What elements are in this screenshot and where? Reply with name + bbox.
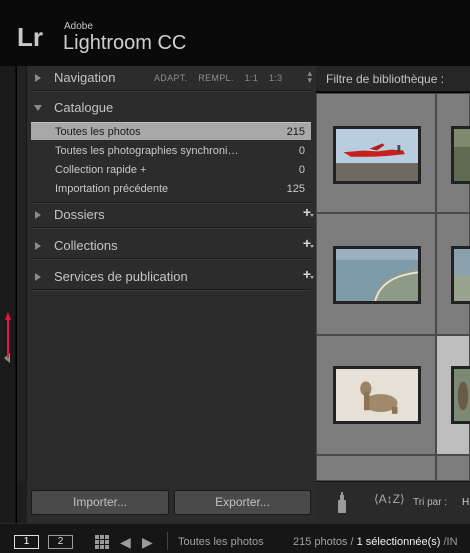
catalog-header[interactable]: Catalogue: [31, 96, 313, 120]
catalog-item-count: 0: [298, 145, 305, 157]
divider: [31, 227, 311, 229]
navigation-title: Navigation: [54, 70, 116, 85]
panel-grip: [17, 66, 27, 523]
publish-services-title: Services de publication: [54, 269, 188, 284]
photo-thumbnail[interactable]: [451, 366, 470, 424]
filmstrip-source[interactable]: Toutes les photos: [178, 536, 264, 548]
second-window-button[interactable]: 2: [48, 535, 73, 549]
identity-plate: Lr Adobe Lightroom CC: [0, 0, 470, 66]
library-filter-label: Filtre de bibliothèque :: [326, 72, 445, 86]
sort-label: Tri par :: [413, 497, 448, 508]
sort-value[interactable]: H: [462, 497, 469, 508]
grid-cell[interactable]: [316, 93, 436, 213]
grid-cell[interactable]: [436, 93, 470, 213]
divider: [31, 289, 311, 291]
left-panel-edge[interactable]: [0, 66, 16, 523]
collections-title: Collections: [54, 238, 118, 253]
add-publish-service-icon[interactable]: +: [303, 266, 315, 282]
photo-count: 215 photos /: [293, 536, 354, 548]
annotation-arrow-icon: [5, 312, 11, 358]
selection-status: 215 photos / 1 sélectionnée(s) /IN: [293, 536, 458, 548]
folders-header[interactable]: Dossiers +: [31, 203, 315, 227]
library-filter-bar[interactable]: Filtre de bibliothèque :: [316, 66, 470, 92]
add-folder-icon[interactable]: +: [303, 204, 315, 220]
catalog-title: Catalogue: [54, 100, 114, 115]
catalog-item-previous-import[interactable]: Importation précédente 125: [31, 180, 311, 198]
grid-view-icon[interactable]: [95, 535, 109, 549]
folders-title: Dossiers: [54, 207, 105, 222]
photo-grid: [316, 93, 470, 481]
brand-name: Lightroom CC: [63, 32, 187, 54]
zoom-spinner-icon[interactable]: ▴ ▾: [307, 69, 312, 85]
lightroom-logo: Lr: [17, 22, 43, 52]
main-window-button[interactable]: 1: [14, 535, 39, 549]
export-button[interactable]: Exporter...: [174, 490, 311, 515]
zoom-1-1[interactable]: 1:1: [245, 73, 258, 83]
separator: [167, 532, 168, 550]
catalog-item-label: Toutes les photographies synchroni…: [55, 145, 239, 157]
photo-thumbnail[interactable]: [451, 246, 470, 304]
catalog-item-count: 125: [286, 183, 305, 195]
status-trail: /IN: [440, 536, 458, 548]
brand-adobe: Adobe: [64, 21, 93, 32]
catalog-item-all-photos[interactable]: Toutes les photos 215: [31, 122, 311, 140]
catalog-item-quick-collection[interactable]: Collection rapide + 0: [31, 161, 311, 179]
expand-triangle-icon[interactable]: [35, 242, 41, 250]
catalog-item-label: Importation précédente: [55, 183, 169, 195]
grid-cell[interactable]: [316, 455, 436, 481]
grid-cell-selected[interactable]: [436, 335, 470, 455]
library-toolbar: ⟨A↕Z⟩ Tri par : H: [316, 481, 470, 523]
catalog-item-label: Collection rapide +: [55, 164, 147, 176]
grid-cell[interactable]: [436, 455, 470, 481]
expand-triangle-icon[interactable]: [35, 273, 41, 281]
painter-spray-icon[interactable]: [336, 492, 348, 514]
grid-cell[interactable]: [316, 335, 436, 455]
divider: [31, 258, 311, 260]
grid-cell[interactable]: [436, 213, 470, 335]
zoom-fill[interactable]: REMPL.: [198, 73, 233, 83]
selected-count: 1 sélectionnée(s): [356, 536, 441, 548]
photo-thumbnail[interactable]: [333, 366, 421, 424]
panel-grip-bottom: [17, 484, 27, 523]
catalog-item-synced[interactable]: Toutes les photographies synchroni… 0: [31, 142, 311, 160]
zoom-1-3[interactable]: 1:3: [269, 73, 282, 83]
grid-cell[interactable]: [316, 213, 436, 335]
navigator-zoom-presets: ADAPT. REMPL. 1:1 1:3: [154, 73, 293, 83]
expand-triangle-icon[interactable]: [35, 211, 41, 219]
add-collection-icon[interactable]: +: [303, 235, 315, 251]
sort-direction-icon[interactable]: ⟨A↕Z⟩: [374, 492, 405, 506]
catalog-item-count: 0: [298, 164, 305, 176]
photo-thumbnail[interactable]: [333, 246, 421, 304]
divider: [31, 90, 311, 92]
expand-triangle-icon[interactable]: [35, 74, 41, 82]
zoom-fit[interactable]: ADAPT.: [154, 73, 187, 83]
import-button[interactable]: Importer...: [31, 490, 169, 515]
catalog-item-count: 215: [286, 126, 305, 138]
filmstrip-bar: 1 2 ◀ ▶ Toutes les photos 215 photos / 1…: [0, 523, 470, 553]
photo-thumbnail[interactable]: [451, 126, 470, 184]
back-arrow-icon[interactable]: ◀: [120, 534, 131, 551]
collapse-triangle-icon[interactable]: [34, 105, 42, 111]
catalog-item-label: Toutes les photos: [55, 126, 141, 138]
catalog-list: Toutes les photos 215 Toutes les photogr…: [31, 122, 311, 200]
collections-header[interactable]: Collections +: [31, 234, 315, 258]
photo-thumbnail[interactable]: [333, 126, 421, 184]
left-panel: Navigation ADAPT. REMPL. 1:1 1:3 ▴ ▾ Catalog…: [17, 66, 316, 523]
publish-services-header[interactable]: Services de publication +: [31, 265, 315, 289]
forward-arrow-icon[interactable]: ▶: [142, 534, 153, 551]
